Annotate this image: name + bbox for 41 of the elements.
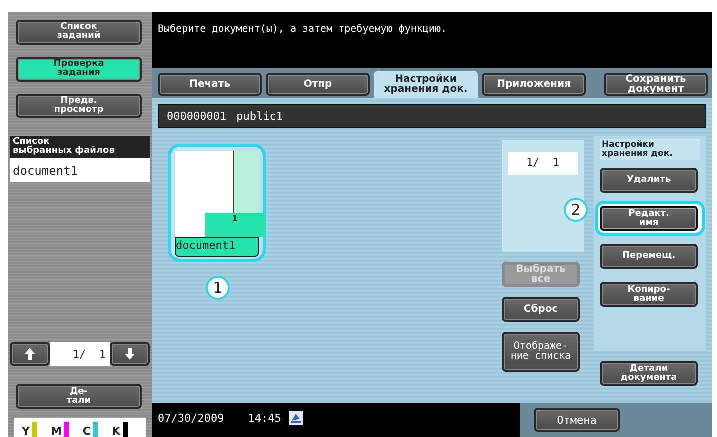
tab[interactable]: Отпр [266,73,370,96]
settings-button[interactable]: Редакт. имя [600,206,698,231]
status-time: 14:45 [248,411,282,427]
file-list-item[interactable]: document1 [10,158,150,182]
arrow-up-icon [25,348,35,360]
page-counter: 1/ 1 [508,152,578,174]
list-button: Выбрать все [502,262,580,287]
document-thumbnail[interactable]: 1 document1 [168,144,266,262]
arrow-down-icon [125,348,135,360]
toner-label: M [50,426,62,437]
sidebar-button[interactable]: Предв. просмотр [16,94,142,118]
machine-status-icon [289,411,304,425]
cancel-button[interactable]: Отмена [534,408,620,432]
toner-label: C [82,426,91,437]
tab[interactable]: Печать [158,73,262,96]
tab[interactable]: Приложения [482,73,586,96]
document-details-button[interactable]: Детали документа [600,361,698,386]
toner-label: K [112,426,121,437]
settings-panel-title: Настройки хранения док. [600,139,700,160]
settings-button[interactable]: Перемещ. [600,244,698,269]
document-name-label: document1 [175,237,259,257]
settings-button[interactable]: Копиро- вание [600,282,698,307]
page-indicator: 1/ 1 [50,342,110,366]
toner-label: Y [22,426,30,437]
status-date: 07/30/2009 [158,411,224,427]
list-button[interactable]: Отображе- ние списка [502,332,580,372]
sidebar-button[interactable]: Список заданий [16,20,142,45]
file-list-header: Список выбранных файлов [10,136,150,158]
scroll-up-button[interactable] [10,342,50,366]
callout-number: 1 [206,276,230,300]
details-button[interactable]: Де- тали [16,384,142,410]
save-document-button[interactable]: Сохранить документ [604,73,708,96]
document-name: public1 [236,109,283,123]
tab[interactable]: Настройки хранения док. [374,71,478,98]
instruction-message: Выберите документ(ы), а затем требуемую функцию. [157,23,448,37]
document-number: 000000001 [167,109,227,123]
settings-button[interactable]: Удалить [600,168,698,193]
sidebar-button[interactable]: Проверка задания [16,56,142,82]
page-count: 1 [205,213,265,237]
list-button[interactable]: Сброс [502,297,580,322]
scroll-down-button[interactable] [110,342,150,366]
